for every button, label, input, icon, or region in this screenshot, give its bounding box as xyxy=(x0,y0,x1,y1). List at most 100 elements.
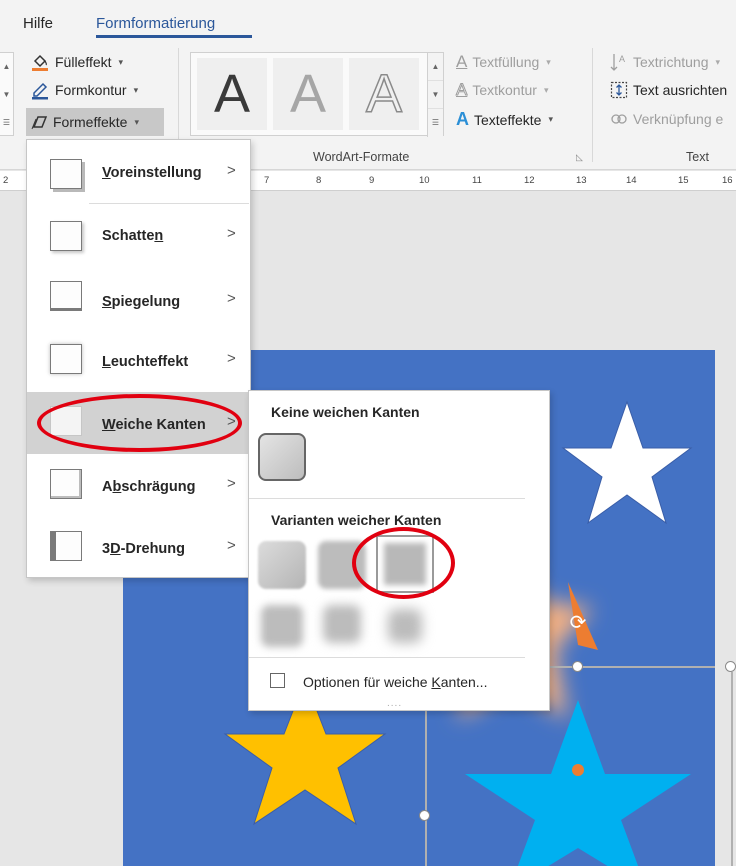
menu-item-label: Schatten xyxy=(102,228,164,244)
submenu-divider xyxy=(249,657,525,658)
menu-item-3d-drehung[interactable]: 3D-Drehung > xyxy=(27,517,250,579)
ruler-number: 11 xyxy=(472,175,482,186)
menu-item-label: 3D-Drehung xyxy=(102,541,185,557)
text-outline-label: Textkontur xyxy=(472,82,537,98)
chevron-down-icon: ▾ xyxy=(133,84,139,95)
ruler-number: 14 xyxy=(626,175,637,186)
scroll-up-icon[interactable]: ▲ xyxy=(428,53,443,81)
menu-item-voreinstellung[interactable]: Voreinstellung > xyxy=(27,143,250,205)
bevel-icon xyxy=(50,469,82,499)
text-direction-button[interactable]: A Textrichtung ▾ xyxy=(610,52,720,72)
resize-grip[interactable]: .... xyxy=(387,698,402,709)
chevron-right-icon: > xyxy=(227,162,236,179)
no-soft-edges-option[interactable] xyxy=(258,433,306,481)
text-outline-icon: A xyxy=(455,80,468,100)
light-blue-star[interactable] xyxy=(465,700,691,866)
menu-item-schatten[interactable]: Schatten > xyxy=(27,206,250,268)
reflection-icon xyxy=(50,281,82,311)
menu-item-label: Spiegelung xyxy=(102,294,181,310)
effects-button[interactable]: Formeffekte ▾ xyxy=(26,108,164,136)
ruler-number: 8 xyxy=(316,175,322,186)
selection-frame xyxy=(731,672,733,866)
align-text-icon xyxy=(610,81,628,99)
pen-outline-icon xyxy=(32,82,48,100)
chevron-down-icon: ▾ xyxy=(548,114,553,124)
chevron-right-icon: > xyxy=(227,225,236,242)
gallery-expand-icon[interactable]: ☰ xyxy=(428,109,443,137)
ribbon-divider xyxy=(592,48,593,162)
text-fill-icon: A xyxy=(456,52,468,71)
text-fill-button[interactable]: A Textfüllung ▾ xyxy=(456,52,551,72)
no-soft-edges-heading: Keine weichen Kanten xyxy=(271,404,420,420)
word-window: Hilfe Formformatierung ▲ ▼ ☰ Fülleffekt ▾… xyxy=(0,0,736,866)
shadow-icon xyxy=(50,221,82,251)
text-group-label: Text xyxy=(686,150,709,164)
dialog-launcher-icon[interactable]: ◺ xyxy=(576,152,583,163)
create-link-button[interactable]: Verknüpfung e xyxy=(610,111,723,127)
menu-item-abschraegung[interactable]: Abschrägung > xyxy=(27,455,250,517)
preset-icon xyxy=(50,159,82,189)
chevron-down-icon: ▾ xyxy=(546,56,551,67)
wordart-style-1[interactable]: A xyxy=(197,58,267,130)
soft-edge-variant-6[interactable] xyxy=(388,609,422,643)
soft-edge-variant-5[interactable] xyxy=(323,605,361,643)
wordart-style-2[interactable]: A xyxy=(273,58,343,130)
soft-edge-variant-4[interactable] xyxy=(261,605,303,647)
soft-edge-variants-heading: Varianten weicher Kanten xyxy=(271,512,442,528)
fill-button[interactable]: Fülleffekt ▾ xyxy=(30,52,123,72)
ruler-number: 2 xyxy=(3,175,9,186)
soft-edges-options-checkbox[interactable] xyxy=(270,673,285,688)
svg-text:A: A xyxy=(619,54,625,64)
resize-handle[interactable] xyxy=(572,661,583,672)
resize-handle[interactable] xyxy=(725,661,736,672)
shape-style-gallery-scroll[interactable]: ▲ ▼ ☰ xyxy=(0,52,14,136)
text-direction-label: Textrichtung xyxy=(633,54,709,70)
outline-button[interactable]: Formkontur ▾ xyxy=(30,80,138,100)
chevron-down-icon: ▾ xyxy=(118,56,124,67)
submenu-divider xyxy=(249,498,525,499)
white-star[interactable] xyxy=(561,400,693,525)
scroll-down-icon[interactable]: ▼ xyxy=(428,81,443,109)
ribbon-tabs: Hilfe Formformatierung xyxy=(0,0,736,38)
menu-item-label: Leuchteffekt xyxy=(102,354,189,370)
ruler-number: 7 xyxy=(264,175,270,186)
menu-item-spiegelung[interactable]: Spiegelung > xyxy=(27,268,250,330)
wordart-gallery: A A A ▲ ▼ ☰ xyxy=(190,52,444,137)
ruler-number: 15 xyxy=(678,175,689,186)
wordart-style-3[interactable]: A xyxy=(349,58,419,130)
ruler-number: 16 xyxy=(722,175,733,186)
shape-effects-icon xyxy=(31,116,48,130)
resize-handle[interactable] xyxy=(419,810,430,821)
create-link-label: Verknüpfung e xyxy=(633,111,724,127)
tab-hilfe[interactable]: Hilfe xyxy=(23,15,53,32)
text-outline-button[interactable]: A Textkontur ▾ xyxy=(455,80,549,100)
ruler-number: 12 xyxy=(524,175,535,186)
highlight-ellipse-variant xyxy=(352,527,455,599)
tab-formformatierung[interactable]: Formformatierung xyxy=(96,15,215,32)
shape-effects-menu: Voreinstellung > Schatten > Spiegelung >… xyxy=(26,139,251,578)
text-effects-icon: A xyxy=(456,109,469,129)
soft-edges-options-link[interactable]: Optionen für weiche Kanten... xyxy=(303,674,487,690)
rotate-icon[interactable]: ⟳ xyxy=(567,612,589,634)
link-icon xyxy=(611,114,627,124)
effects-label: Formeffekte xyxy=(53,114,128,130)
adjust-handle[interactable] xyxy=(572,764,584,776)
chevron-right-icon: > xyxy=(227,537,236,554)
ruler-number: 10 xyxy=(419,175,430,186)
fill-label: Fülleffekt xyxy=(55,54,112,70)
text-effects-label: Texteffekte xyxy=(474,111,542,128)
wordart-gallery-scroll[interactable]: ▲ ▼ ☰ xyxy=(427,53,443,137)
soft-edge-variant-1[interactable] xyxy=(258,541,306,589)
menu-item-leuchteffekt[interactable]: Leuchteffekt > xyxy=(27,330,250,392)
outline-label: Formkontur xyxy=(55,82,127,98)
text-effects-button[interactable]: A Texteffekte ▾ xyxy=(456,109,553,130)
wordart-group-label: WordArt-Formate xyxy=(313,150,410,164)
chevron-down-icon: ▾ xyxy=(543,84,549,95)
align-text-button[interactable]: Text ausrichten xyxy=(610,81,727,99)
glow-icon xyxy=(50,344,82,374)
menu-divider xyxy=(89,203,249,204)
ruler-number: 13 xyxy=(576,175,587,186)
highlight-ellipse-weiche-kanten xyxy=(37,394,242,452)
text-direction-icon: A xyxy=(610,54,625,71)
chevron-down-icon: ▾ xyxy=(715,56,721,67)
